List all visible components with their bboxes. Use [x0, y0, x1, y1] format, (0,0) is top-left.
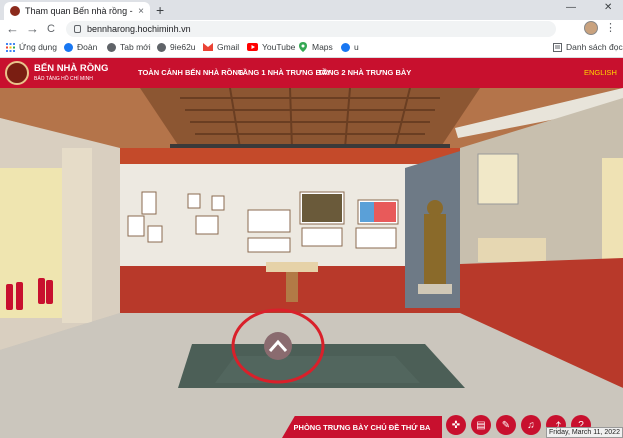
bookmark-label: 9ie62u	[170, 42, 196, 52]
avatar[interactable]	[584, 21, 598, 35]
lock-icon	[74, 25, 81, 33]
room-title-banner: PHÒNG TRƯNG BÀY CHỦ ĐỀ THỨ BA	[282, 416, 442, 438]
pen-icon[interactable]: ✎	[496, 415, 516, 435]
logo-subtitle: BẢO TÀNG HỒ CHÍ MINH	[34, 76, 93, 82]
bookmark-label: Gmail	[217, 42, 240, 52]
bookmark-label: Maps	[312, 42, 333, 52]
back-icon[interactable]: ←	[6, 21, 19, 37]
bookmark-9ie62u[interactable]: 9ie62u	[157, 42, 196, 52]
document-icon[interactable]: ▤	[471, 415, 491, 435]
menu-icon[interactable]: ⋮	[605, 21, 616, 34]
museum-logo[interactable]	[5, 61, 29, 85]
address-bar[interactable]: bennharong.hochiminh.vn	[66, 21, 556, 37]
maps-icon	[299, 42, 307, 52]
panorama-viewer[interactable]	[0, 88, 623, 438]
bookmark-apps[interactable]: Ứng dụng	[6, 42, 57, 52]
minimize-icon[interactable]: —	[566, 2, 576, 13]
bookmark-label: u	[354, 42, 359, 52]
reading-list-icon	[553, 42, 562, 52]
bookmark-label: Ứng dụng	[19, 42, 57, 52]
date-tooltip: Friday, March 11, 2022	[546, 427, 623, 438]
url-text: bennharong.hochiminh.vn	[87, 24, 191, 34]
site-header: BẾN NHÀ RỒNG BẢO TÀNG HỒ CHÍ MINH TOÀN C…	[0, 58, 623, 88]
tab-strip: Tham quan Bến nhà rồng - B × + — ✕	[0, 0, 623, 20]
logo-title: BẾN NHÀ RỒNG	[34, 63, 109, 74]
bookmark-tab-moi[interactable]: Tab mới	[107, 42, 151, 52]
reload-icon[interactable]: C	[47, 21, 55, 37]
facebook-icon	[64, 42, 73, 52]
forward-icon[interactable]: →	[26, 21, 39, 37]
music-icon[interactable]: ♫	[521, 415, 541, 435]
browser-tab[interactable]: Tham quan Bến nhà rồng - B ×	[4, 2, 150, 20]
window-close-icon[interactable]: ✕	[604, 2, 612, 13]
bookmark-maps[interactable]: Maps	[298, 42, 333, 52]
bookmark-u[interactable]: u	[341, 42, 359, 52]
youtube-icon	[247, 43, 258, 51]
bookmark-label: Tab mới	[120, 42, 151, 52]
site-favicon-icon	[10, 6, 20, 16]
nav-arrow-highlight[interactable]	[230, 306, 326, 386]
globe-icon	[157, 42, 166, 52]
tab-title: Tham quan Bến nhà rồng - B	[25, 6, 135, 16]
browser-toolbar: ← → C bennharong.hochiminh.vn ⋮	[0, 20, 623, 54]
bookmark-gmail[interactable]: Gmail	[203, 42, 239, 52]
bookmarks-bar: Ứng dụng Đoàn Tab mới 9ie62u Gmail YouTu…	[0, 38, 623, 58]
reading-list-label: Danh sách đọc	[566, 42, 623, 52]
nav-tang-2[interactable]: TẦNG 2 NHÀ TRƯNG BÀY	[318, 68, 411, 77]
language-switch[interactable]: ENGLISH	[584, 68, 617, 77]
facebook-icon	[341, 42, 350, 52]
room-title: PHÒNG TRƯNG BÀY CHỦ ĐỀ THỨ BA	[293, 422, 431, 432]
bookmark-doan[interactable]: Đoàn	[64, 42, 97, 52]
bookmark-youtube[interactable]: YouTube	[247, 42, 295, 52]
gamepad-icon[interactable]: ✜	[446, 415, 466, 435]
apps-icon	[6, 42, 15, 52]
bookmark-label: Đoàn	[77, 42, 98, 52]
nav-toan-canh[interactable]: TOÀN CẢNH BẾN NHÀ RỒNG	[138, 68, 244, 77]
tab-close-icon[interactable]: ×	[138, 6, 144, 17]
bookmark-label: YouTube	[262, 42, 296, 52]
globe-icon	[107, 42, 116, 52]
reading-list[interactable]: Danh sách đọc	[553, 42, 623, 52]
new-tab-button[interactable]: +	[156, 2, 164, 18]
gmail-icon	[203, 43, 213, 51]
